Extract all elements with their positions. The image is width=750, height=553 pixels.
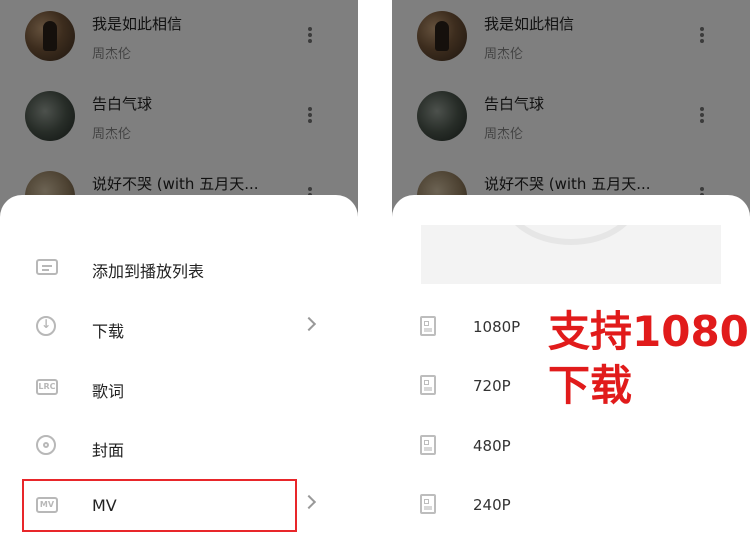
menu-item-lyrics[interactable]: LRC 歌词 [0, 360, 358, 416]
cover-disc-icon [36, 435, 58, 457]
resolution-option-480p[interactable]: 480P [392, 419, 750, 475]
promo-line-2: 下载 [548, 361, 633, 410]
right-phone-screen: 我是如此相信 周杰伦 告白气球 周杰伦 说好不哭 (with 五月天... 10… [392, 0, 750, 553]
chevron-right-icon [301, 494, 317, 510]
video-file-icon [420, 494, 436, 514]
left-phone-screen: 我是如此相信 周杰伦 告白气球 周杰伦 说好不哭 (with 五月天... 添加… [0, 0, 358, 553]
chevron-right-icon [301, 316, 317, 332]
menu-item-label: 添加到播放列表 [92, 262, 205, 281]
resolution-label: 1080P [473, 318, 521, 336]
resolution-option-240p[interactable]: 240P [392, 478, 750, 534]
download-icon [36, 316, 58, 338]
video-file-icon [420, 316, 436, 336]
highlight-box [22, 479, 297, 532]
menu-item-label: 封面 [92, 441, 125, 460]
menu-item-add-to-playlist[interactable]: 添加到播放列表 [0, 240, 358, 296]
mv-preview-image [421, 225, 721, 284]
promo-annotation: 支持1080 下载 [548, 305, 749, 413]
menu-item-download[interactable]: 下载 [0, 300, 358, 356]
lyrics-icon: LRC [36, 376, 58, 398]
menu-item-cover[interactable]: 封面 [0, 419, 358, 475]
video-file-icon [420, 375, 436, 395]
resolution-label: 480P [473, 437, 511, 455]
menu-item-label: 下载 [92, 322, 125, 341]
video-file-icon [420, 435, 436, 455]
playlist-add-icon [36, 256, 58, 278]
resolution-label: 720P [473, 377, 511, 395]
resolution-label: 240P [473, 496, 511, 514]
promo-line-1: 支持1080 [548, 307, 749, 356]
menu-item-label: 歌词 [92, 382, 125, 401]
